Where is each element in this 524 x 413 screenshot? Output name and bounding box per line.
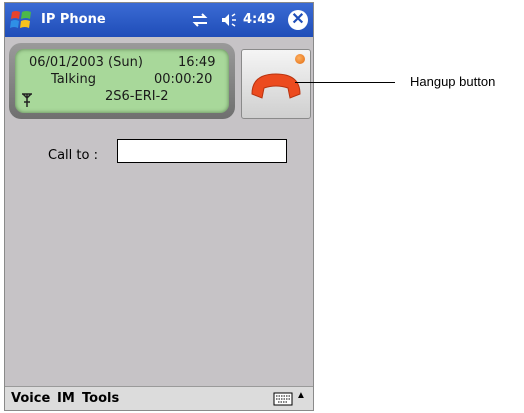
handset-icon (251, 73, 301, 99)
menu-im[interactable]: IM (57, 391, 75, 406)
keyboard-icon[interactable] (273, 392, 293, 406)
annotation-label: Hangup button (410, 74, 496, 89)
app-title: IP Phone (41, 12, 106, 27)
menu-bar: Voice IM Tools ▲ (5, 386, 313, 410)
antenna-icon (22, 93, 32, 107)
menu-voice[interactable]: Voice (11, 391, 50, 406)
call-duration: 00:00:20 (154, 72, 213, 87)
connectivity-icon[interactable] (191, 13, 209, 27)
sip-arrow-icon[interactable]: ▲ (296, 390, 306, 401)
windows-start-icon[interactable] (9, 7, 35, 33)
annotation-leader-line (295, 82, 395, 83)
menu-tools[interactable]: Tools (82, 391, 119, 406)
call-status: Talking (51, 72, 96, 87)
call-to-label: Call to : (48, 148, 98, 163)
call-time: 16:49 (178, 55, 216, 70)
clock[interactable]: 4:49 (243, 12, 275, 27)
call-display: 06/01/2003 (Sun) 16:49 Talking 00:00:20 … (15, 49, 229, 113)
volume-icon[interactable] (220, 12, 238, 28)
call-display-frame: 06/01/2003 (Sun) 16:49 Talking 00:00:20 … (9, 43, 235, 119)
hangup-button[interactable] (241, 49, 311, 119)
title-bar: IP Phone 4:49 ✕ (5, 3, 313, 37)
call-date: 06/01/2003 (Sun) (29, 55, 143, 70)
close-icon[interactable]: ✕ (288, 10, 308, 30)
call-to-input[interactable] (117, 139, 287, 163)
call-line: 2S6-ERI-2 (105, 89, 169, 104)
phone-screen: IP Phone 4:49 ✕ 06/01/2003 (Sun) 16:49 T… (4, 2, 314, 411)
status-led-icon (295, 54, 305, 64)
